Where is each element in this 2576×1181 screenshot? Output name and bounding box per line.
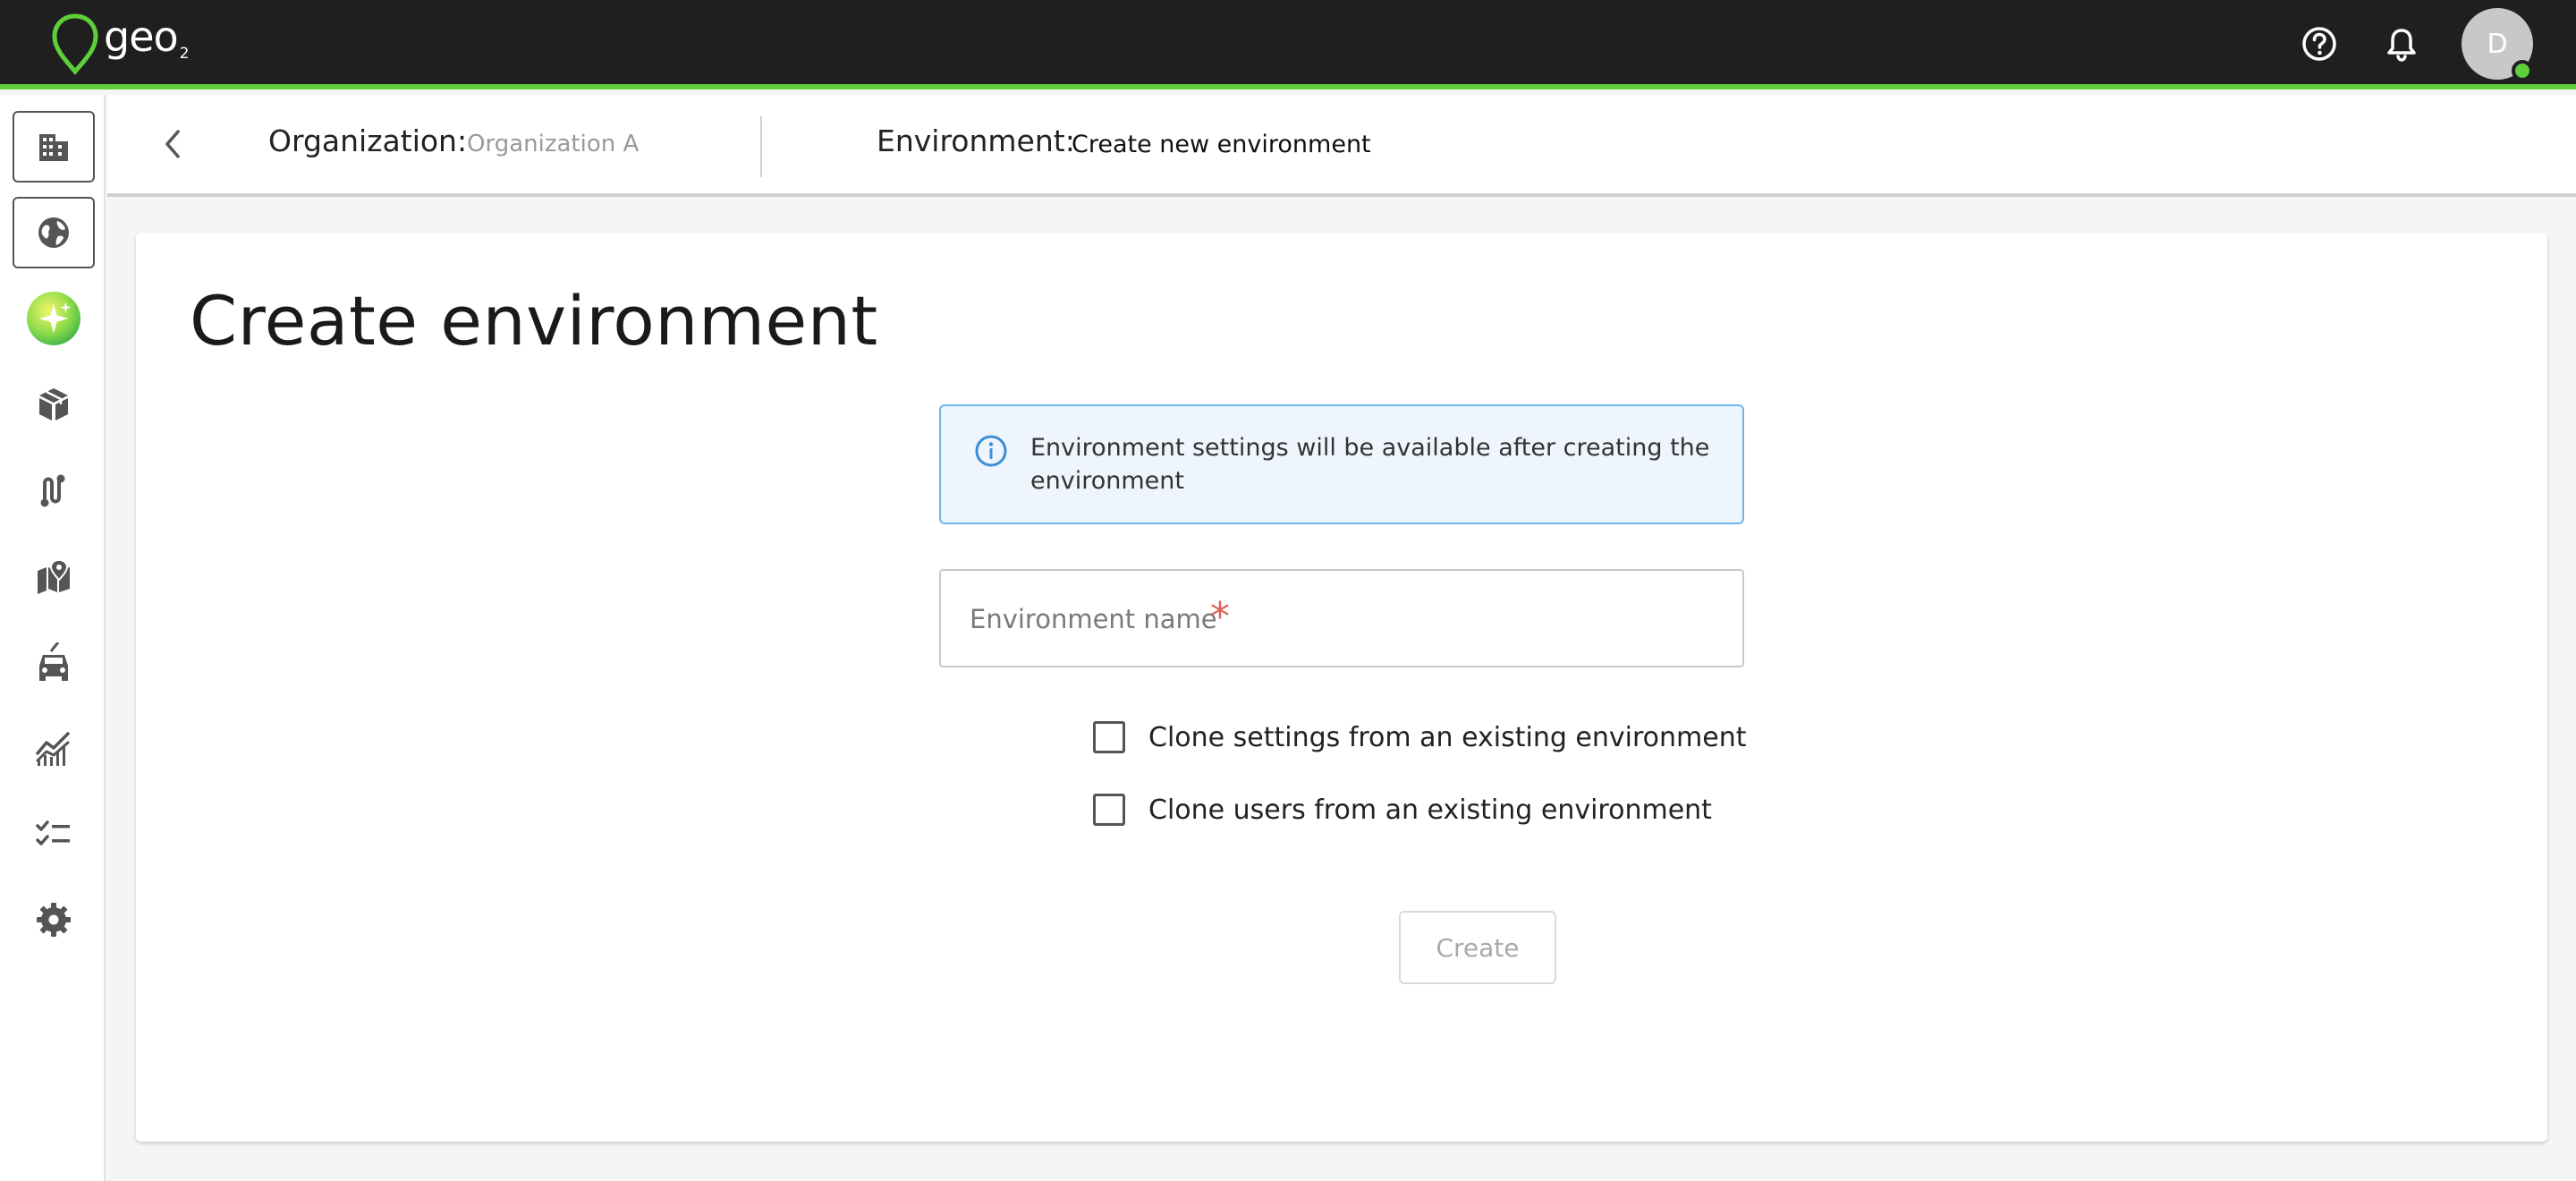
- clone-users-option[interactable]: Clone users from an existing environment: [1093, 794, 1712, 826]
- create-button[interactable]: Create: [1399, 911, 1556, 984]
- building-icon: [39, 134, 68, 161]
- info-text: Environment settings will be available a…: [1030, 434, 1710, 495]
- sidebar-item-packages[interactable]: [13, 369, 95, 440]
- chart-icon: [36, 732, 70, 766]
- clone-users-checkbox[interactable]: [1093, 794, 1125, 826]
- organization-label: Organization:: [268, 123, 468, 158]
- sidebar-item-environment[interactable]: [13, 197, 95, 268]
- breadcrumb-divider: [760, 116, 762, 177]
- map-pin-icon: [38, 558, 70, 594]
- sparkle-icon: [27, 292, 80, 345]
- route-icon: [40, 474, 65, 507]
- bell-icon[interactable]: [2383, 25, 2420, 63]
- app-logo[interactable]: geo 2: [50, 13, 189, 75]
- gear-icon: [37, 903, 71, 937]
- required-asterisk: *: [1210, 594, 1230, 640]
- sidebar-item-ai-assistant[interactable]: [13, 283, 95, 354]
- sidebar-item-tasks[interactable]: [13, 798, 95, 870]
- clone-users-label[interactable]: Clone users from an existing environment: [1148, 794, 1712, 826]
- sidebar-nav: [0, 95, 106, 1181]
- globe-icon: [38, 217, 69, 248]
- breadcrumb: Organization: Organization A Environment…: [107, 95, 2576, 197]
- logo-subscript: 2: [179, 45, 190, 63]
- environment-label: Environment:: [877, 123, 1075, 158]
- create-environment-card: Create environment Environment settings …: [136, 233, 2547, 1142]
- help-circle-icon[interactable]: [2301, 25, 2338, 63]
- sidebar-item-analytics[interactable]: [13, 712, 95, 784]
- sidebar-item-routes[interactable]: [13, 455, 95, 526]
- sidebar-item-vehicles[interactable]: [13, 626, 95, 698]
- avatar-initial: D: [2487, 28, 2508, 60]
- geo-pin-logo-icon: [52, 13, 98, 75]
- car-icon: [39, 642, 68, 681]
- environment-name-input[interactable]: [943, 573, 1741, 666]
- info-banner: Environment settings will be available a…: [939, 404, 1744, 524]
- clone-settings-option[interactable]: Clone settings from an existing environm…: [1093, 721, 1747, 753]
- organization-selector[interactable]: Organization A: [467, 131, 639, 157]
- info-icon: [975, 435, 1007, 467]
- sidebar-item-map[interactable]: [13, 540, 95, 612]
- environment-name-field[interactable]: *: [939, 569, 1744, 667]
- environment-value: Create new environment: [1072, 131, 1371, 158]
- clone-settings-checkbox[interactable]: [1093, 721, 1125, 753]
- sidebar-item-organization[interactable]: [13, 111, 95, 183]
- top-bar: geo 2 D: [0, 0, 2576, 89]
- back-button[interactable]: [150, 122, 195, 166]
- page-title: Create environment: [190, 281, 878, 361]
- online-status-dot: [2512, 60, 2533, 81]
- box-icon: [39, 388, 68, 421]
- checklist-icon: [36, 820, 70, 845]
- sidebar-item-settings[interactable]: [13, 884, 95, 956]
- logo-text: geo: [104, 13, 179, 61]
- chevron-left-icon: [165, 130, 180, 158]
- clone-settings-label[interactable]: Clone settings from an existing environm…: [1148, 722, 1747, 753]
